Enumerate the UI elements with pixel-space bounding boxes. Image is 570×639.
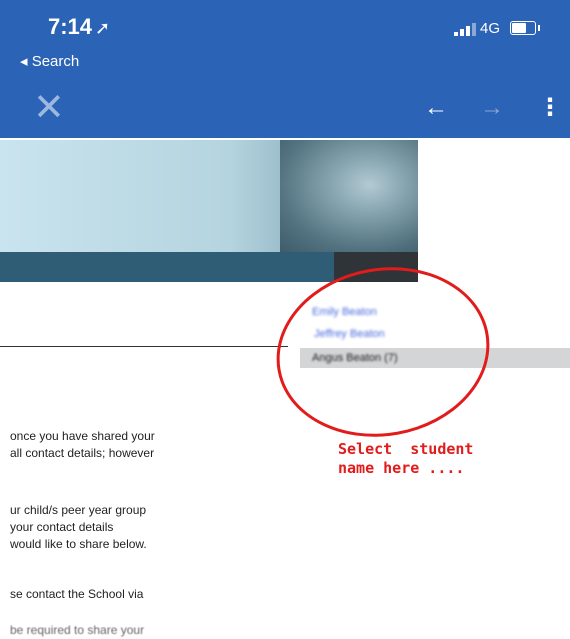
back-arrow-icon[interactable]: ← — [424, 94, 448, 122]
body-paragraph-4: be required to share your — [10, 622, 144, 639]
status-bar: 7:14 ➚ ◂ Search 4G — [0, 0, 570, 80]
network-type: 4G — [480, 20, 501, 37]
close-icon[interactable]: ✕ — [33, 88, 65, 128]
text-line: all contact details; however — [10, 446, 155, 460]
text-line: your contact details — [10, 520, 114, 534]
battery-icon — [510, 21, 540, 35]
banner-strip — [0, 252, 334, 282]
divider-line — [0, 346, 288, 347]
text-line: be required to share your — [10, 623, 145, 637]
banner-photo — [280, 140, 418, 252]
text-line: once you have shared your — [10, 429, 155, 443]
back-to-search-link[interactable]: ◂ Search — [20, 52, 79, 70]
more-options-icon[interactable]: ⋮ — [538, 93, 562, 122]
text-line: se contact the School via — [10, 587, 144, 601]
browser-toolbar: ✕ ← → ⋮ — [0, 80, 570, 138]
location-arrow-icon: ➚ — [95, 18, 111, 38]
text-line: ur child/s peer year group — [10, 503, 147, 517]
clock-label: 7:14 — [48, 14, 93, 39]
body-paragraph-3: se contact the School via — [10, 586, 143, 603]
status-time: 7:14 ➚ — [48, 14, 110, 40]
body-paragraph-1: once you have shared your all contact de… — [10, 428, 155, 462]
text-line: would like to share below. — [10, 537, 147, 551]
signal-icon — [454, 22, 476, 36]
annotation-text: Select student name here .... — [338, 440, 474, 477]
body-paragraph-2: ur child/s peer year group your contact … — [10, 502, 147, 553]
forward-arrow-icon[interactable]: → — [480, 94, 504, 122]
